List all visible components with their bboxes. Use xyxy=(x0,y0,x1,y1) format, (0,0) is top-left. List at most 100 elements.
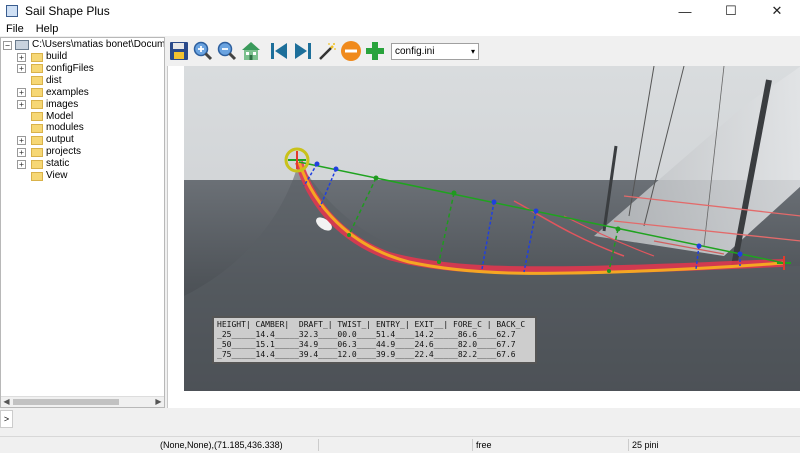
table-header: HEIGHT| CAMBER| DRAFT_| TWIST_| ENTRY_| … xyxy=(217,320,526,329)
expand-icon[interactable]: + xyxy=(17,52,26,62)
previous-icon xyxy=(271,43,287,59)
close-button[interactable]: ✕ xyxy=(754,0,800,22)
app-icon xyxy=(6,5,18,17)
sail-photo[interactable]: HEIGHT| CAMBER| DRAFT_| TWIST_| ENTRY_| … xyxy=(184,66,800,391)
collapse-icon[interactable]: − xyxy=(3,40,12,50)
expand-icon[interactable]: + xyxy=(17,147,26,157)
status-divider xyxy=(628,439,629,451)
maximize-button[interactable]: ☐ xyxy=(708,0,754,22)
expand-icon[interactable]: + xyxy=(17,159,26,169)
scroll-right-icon[interactable]: ▶ xyxy=(153,397,164,407)
zoom-in-button[interactable] xyxy=(191,39,215,63)
tree-item-images[interactable]: + images xyxy=(17,99,78,111)
status-coordinates: (None,None),(71.185,436.338) xyxy=(160,440,283,450)
tree-item-label: output xyxy=(46,134,74,146)
status-divider xyxy=(318,439,319,451)
bottom-panel xyxy=(13,410,800,436)
menu-file[interactable]: File xyxy=(0,23,30,35)
tree-root-label: C:\Users\matias bonet\Documents\Or xyxy=(32,39,165,50)
magic-wand-icon xyxy=(319,43,336,60)
add-icon xyxy=(366,42,384,60)
tree-item-label: examples xyxy=(46,86,89,98)
home-button[interactable] xyxy=(239,39,263,63)
expand-icon[interactable]: + xyxy=(17,88,26,98)
scroll-thumb[interactable] xyxy=(13,399,119,405)
home-icon xyxy=(242,42,260,60)
table-row: _25_____14.4_____32.3____00.0____51.4___… xyxy=(217,330,516,339)
tree-item-model[interactable]: Model xyxy=(17,111,73,123)
tree-item-label: dist xyxy=(46,74,62,86)
magic-wand-button[interactable] xyxy=(315,39,339,63)
next-icon xyxy=(295,43,311,59)
folder-icon xyxy=(31,88,43,98)
minimize-button[interactable]: — xyxy=(662,0,708,22)
tree-item-label: build xyxy=(46,51,68,62)
results-table: HEIGHT| CAMBER| DRAFT_| TWIST_| ENTRY_| … xyxy=(212,316,537,364)
expander-spacer xyxy=(17,112,26,121)
status-bar: (None,None),(71.185,436.338) free 25 pin… xyxy=(0,436,800,453)
status-points: 25 pini xyxy=(632,440,659,450)
drive-icon xyxy=(15,40,29,50)
tree-item-output[interactable]: + output xyxy=(17,134,74,146)
folder-icon xyxy=(31,147,43,157)
tree-item-label: images xyxy=(46,98,79,110)
tree-item-label: modules xyxy=(46,122,84,134)
tree-item-projects[interactable]: + projects xyxy=(17,146,81,158)
previous-button[interactable] xyxy=(267,39,291,63)
folder-icon xyxy=(31,52,43,62)
expand-panel-button[interactable]: > xyxy=(0,410,13,428)
config-dropdown-value: config.ini xyxy=(395,45,435,57)
add-button[interactable] xyxy=(363,39,387,63)
next-button[interactable] xyxy=(291,39,315,63)
table-row: _75_____14.4_____39.4____12.0____39.9___… xyxy=(217,350,516,359)
window-title: Sail Shape Plus xyxy=(25,4,110,18)
folder-icon xyxy=(31,171,43,181)
config-dropdown[interactable]: config.ini ▾ xyxy=(391,42,479,60)
tree-item-view[interactable]: View xyxy=(17,170,68,182)
remove-icon xyxy=(341,41,361,61)
app-window: Sail Shape Plus — ☐ ✕ File Help − C:\Use… xyxy=(0,0,800,453)
folder-icon xyxy=(31,76,43,86)
tree-item-label: Model xyxy=(46,110,74,122)
menu-bar: File Help xyxy=(0,22,800,36)
window-controls: — ☐ ✕ xyxy=(662,0,800,22)
folder-icon xyxy=(31,159,43,169)
folder-icon xyxy=(31,123,43,133)
tree-horizontal-scrollbar[interactable]: ◀ ▶ xyxy=(1,396,164,407)
expander-spacer xyxy=(17,76,26,85)
tree-root[interactable]: − C:\Users\matias bonet\Documents\Or xyxy=(3,39,165,51)
tree-item-static[interactable]: + static xyxy=(17,158,69,170)
tree-item-label: static xyxy=(46,158,70,170)
expand-icon[interactable]: + xyxy=(17,100,26,110)
expand-icon[interactable]: + xyxy=(17,64,26,74)
toolbar: config.ini ▾ xyxy=(167,38,800,64)
tree-item-configfiles[interactable]: + configFiles xyxy=(17,63,94,75)
tree-item-label: configFiles xyxy=(46,62,94,74)
zoom-out-button[interactable] xyxy=(215,39,239,63)
expander-spacer xyxy=(17,124,26,133)
menu-help[interactable]: Help xyxy=(30,23,65,35)
remove-button[interactable] xyxy=(339,39,363,63)
tree-item-modules[interactable]: modules xyxy=(17,122,84,134)
folder-icon xyxy=(31,64,43,74)
status-divider xyxy=(472,439,473,451)
scroll-left-icon[interactable]: ◀ xyxy=(1,397,12,407)
expand-icon[interactable]: + xyxy=(17,135,26,145)
tree-item-examples[interactable]: + examples xyxy=(17,87,89,99)
image-viewport[interactable]: HEIGHT| CAMBER| DRAFT_| TWIST_| ENTRY_| … xyxy=(167,66,800,408)
tree-item-label: View xyxy=(46,170,68,181)
tree-item-build[interactable]: + build xyxy=(17,51,67,63)
title-bar: Sail Shape Plus — ☐ ✕ xyxy=(0,0,800,22)
folder-icon xyxy=(31,135,43,145)
save-button[interactable] xyxy=(167,39,191,63)
file-tree[interactable]: − C:\Users\matias bonet\Documents\Or + bu… xyxy=(0,37,165,408)
chevron-down-icon: ▾ xyxy=(470,46,475,56)
table-row: _50_____15.1_____34.9____06.3____44.9___… xyxy=(217,340,516,349)
expander-spacer xyxy=(17,172,26,181)
tree-item-dist[interactable]: dist xyxy=(17,75,62,87)
folder-icon xyxy=(31,100,43,110)
zoom-out-icon xyxy=(217,41,237,61)
save-icon xyxy=(170,42,188,60)
zoom-in-icon xyxy=(193,41,213,61)
folder-icon xyxy=(31,112,43,121)
